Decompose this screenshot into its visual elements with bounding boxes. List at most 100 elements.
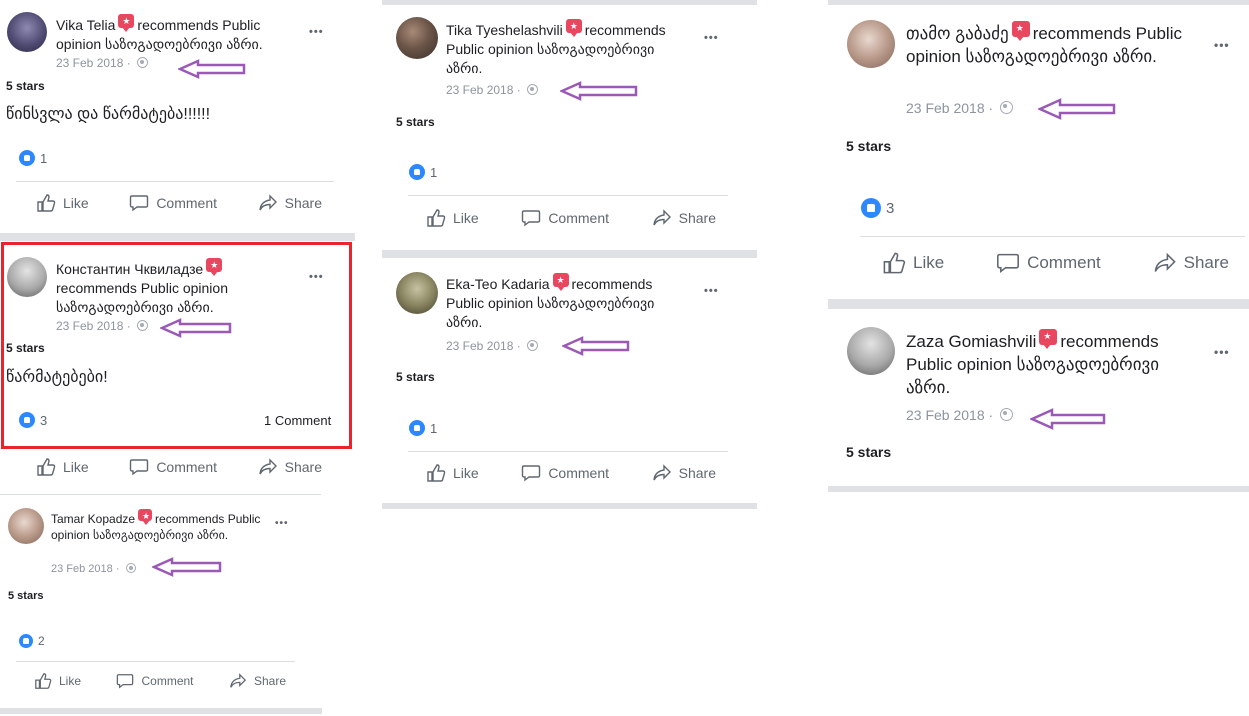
recommend-badge-icon [1039, 329, 1058, 349]
comment-button[interactable]: Comment [521, 208, 609, 228]
like-label: Like [453, 210, 479, 226]
avatar[interactable] [847, 20, 895, 68]
recommend-badge-icon [138, 509, 153, 525]
left-arrow-icon [1038, 98, 1116, 120]
like-reaction-icon [409, 164, 425, 180]
like-label: Like [63, 195, 89, 211]
divider [408, 451, 728, 452]
speech-bubble-icon [997, 253, 1020, 273]
left-arrow-icon [1030, 408, 1106, 430]
date-text[interactable]: 23 Feb 2018 [906, 407, 985, 423]
reactions-summary[interactable]: 1 [409, 420, 437, 436]
speech-bubble-icon [130, 195, 149, 212]
post-date: 23 Feb 2018 · [906, 100, 1014, 116]
share-arrow-icon [258, 194, 277, 211]
share-label: Share [253, 674, 286, 688]
share-button[interactable]: Share [229, 672, 286, 690]
share-button[interactable]: Share [652, 463, 716, 483]
divider [0, 494, 321, 495]
avatar[interactable] [8, 508, 44, 544]
date-text[interactable]: 23 Feb 2018 [446, 83, 513, 97]
like-button[interactable]: Like [34, 672, 81, 690]
like-count: 1 [430, 420, 438, 436]
author-name[interactable]: Zaza Gomiashvili [906, 332, 1036, 351]
like-reaction-icon [409, 420, 425, 436]
share-label: Share [1183, 253, 1229, 272]
rating-stars: 5 stars [846, 444, 892, 460]
thumbs-up-icon [37, 194, 56, 212]
author-name[interactable]: Eka-Teo Kadaria [446, 276, 550, 292]
feed-separator [828, 486, 1249, 492]
post-date: 23 Feb 2018 · [446, 83, 539, 97]
like-label: Like [63, 459, 89, 475]
thumbs-up-icon [883, 252, 906, 274]
avatar[interactable] [847, 327, 895, 375]
action-bar: Like Comment Share [34, 672, 286, 690]
avatar[interactable] [396, 17, 438, 59]
action-bar: Like Comment Share [36, 457, 322, 477]
like-reaction-icon [19, 150, 35, 166]
reactions-summary[interactable]: 2 [19, 634, 45, 648]
avatar[interactable] [7, 12, 47, 52]
reactions-summary[interactable]: 3 [861, 198, 894, 218]
review-text: წინსვლა და წარმატება!!!!!! [6, 106, 211, 123]
divider [16, 181, 334, 182]
rating-stars: 5 stars [396, 370, 435, 384]
left-arrow-icon [152, 557, 222, 577]
date-text[interactable]: 23 Feb 2018 [446, 339, 513, 353]
author-name[interactable]: თამო გაბაძე [906, 24, 1009, 43]
post-card: Tamar Kopadzerecommends Public opinion ს… [0, 496, 322, 710]
like-count: 2 [38, 634, 45, 648]
avatar[interactable] [396, 272, 438, 314]
share-button[interactable]: Share [258, 457, 322, 477]
author-name[interactable]: Vika Telia [56, 17, 115, 33]
like-button[interactable]: Like [36, 193, 89, 213]
author-name[interactable]: Tamar Kopadze [51, 512, 135, 526]
speech-bubble-icon [130, 459, 149, 476]
reactions-summary[interactable]: 1 [19, 150, 47, 166]
date-text[interactable]: 23 Feb 2018 [906, 100, 985, 116]
more-options-icon[interactable]: ••• [275, 518, 289, 529]
share-button[interactable]: Share [652, 208, 716, 228]
speech-bubble-icon [117, 674, 134, 689]
like-button[interactable]: Like [36, 457, 89, 477]
share-label: Share [284, 195, 322, 211]
comment-button[interactable]: Comment [521, 463, 609, 483]
date-text[interactable]: 23 Feb 2018 [56, 56, 123, 70]
post-header: Tamar Kopadzerecommends Public opinion ს… [51, 509, 266, 543]
share-label: Share [678, 465, 716, 481]
more-options-icon[interactable]: ••• [704, 285, 719, 297]
like-label: Like [453, 465, 479, 481]
more-options-icon[interactable]: ••• [704, 32, 719, 44]
comment-button[interactable]: Comment [129, 457, 217, 477]
like-count: 3 [886, 199, 895, 217]
post-card: Vika Teliarecommends Public opinion საზო… [0, 0, 352, 235]
share-button[interactable]: Share [1153, 251, 1229, 275]
post-card: Tika Tyeshelashvilirecommends Public opi… [382, 5, 757, 250]
post-header: თამო გაბაძეrecommends Public opinion საზ… [906, 21, 1196, 69]
action-bar: Like Comment Share [36, 193, 322, 213]
like-count: 1 [430, 164, 438, 180]
like-button[interactable]: Like [426, 208, 479, 228]
more-options-icon[interactable]: ••• [1214, 38, 1230, 52]
globe-icon [527, 84, 539, 95]
date-text[interactable]: 23 Feb 2018 [51, 563, 113, 575]
comment-label: Comment [548, 210, 609, 226]
like-button[interactable]: Like [882, 251, 944, 275]
post-header: Eka-Teo Kadariarecommends Public opinion… [446, 273, 691, 332]
share-button[interactable]: Share [258, 193, 322, 213]
author-name[interactable]: Tika Tyeshelashvili [446, 22, 563, 38]
globe-icon [1000, 408, 1014, 421]
action-bar: Like Comment Share [426, 208, 716, 228]
comment-button[interactable]: Comment [129, 193, 217, 213]
reactions-summary[interactable]: 1 [409, 164, 437, 180]
post-header: Vika Teliarecommends Public opinion საზო… [56, 14, 296, 54]
comment-button[interactable]: Comment [116, 672, 194, 690]
comment-label: Comment [156, 195, 217, 211]
feed-separator [0, 233, 355, 241]
more-options-icon[interactable]: ••• [1214, 345, 1230, 359]
share-arrow-icon [652, 464, 671, 481]
like-button[interactable]: Like [426, 463, 479, 483]
comment-button[interactable]: Comment [996, 251, 1101, 275]
more-options-icon[interactable]: ••• [309, 26, 324, 38]
